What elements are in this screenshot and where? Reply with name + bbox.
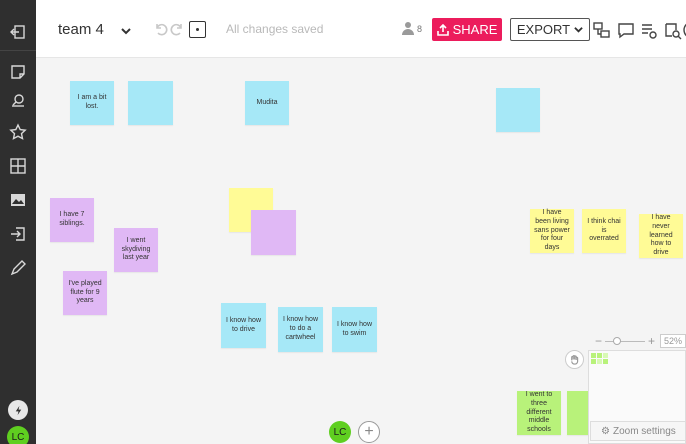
sticky-note[interactable]: I have 7 siblings. <box>50 198 94 242</box>
save-status: All changes saved <box>226 22 324 36</box>
sticky-note[interactable] <box>251 210 296 255</box>
gear-icon: ⚙ <box>601 425 610 437</box>
chevron-down-icon[interactable] <box>120 24 132 36</box>
filter-list-icon[interactable] <box>639 20 659 40</box>
comment-icon[interactable] <box>616 20 636 40</box>
share-icon <box>436 23 449 36</box>
avatar[interactable]: LC <box>7 426 29 444</box>
user-count: 8 <box>417 24 423 34</box>
zoom-settings-button[interactable]: ⚙ Zoom settings <box>590 421 686 441</box>
user-icon <box>402 22 414 36</box>
sticky-note[interactable]: I know how to do a cartwheel <box>278 307 323 352</box>
top-bar: team 4 All changes saved 8 SHARE EXPORT <box>36 0 686 58</box>
export-button[interactable]: EXPORT <box>510 18 590 41</box>
zoom-slider-handle[interactable] <box>613 337 621 345</box>
import-icon[interactable] <box>6 222 30 246</box>
collaborator-avatar[interactable]: LC <box>329 421 351 443</box>
sticky-note-icon[interactable] <box>6 60 30 84</box>
find-icon[interactable] <box>662 20 682 40</box>
search-icon[interactable] <box>6 89 30 113</box>
grid-icon[interactable] <box>6 154 30 178</box>
sticky-note[interactable]: I went to three different middle schools <box>517 391 561 435</box>
sticky-note[interactable] <box>128 81 173 125</box>
zoom-out-button[interactable]: − <box>595 334 602 348</box>
sticky-note[interactable] <box>496 88 540 132</box>
export-label: EXPORT <box>516 22 571 37</box>
sticky-note[interactable]: I am a bit lost. <box>70 81 114 125</box>
sticky-note[interactable]: I've played flute for 9 years <box>63 271 107 315</box>
online-users[interactable]: 8 <box>402 22 422 36</box>
activity-icon[interactable] <box>8 400 28 420</box>
add-collaborator-button[interactable]: + <box>358 421 380 443</box>
star-icon[interactable] <box>6 120 30 144</box>
zoom-percent[interactable]: 52% <box>660 334 686 348</box>
sticky-note[interactable]: I know how to drive <box>221 303 266 348</box>
sticky-note[interactable]: I have been living sans power for four d… <box>530 209 574 253</box>
sticky-note[interactable]: I think chai is overrated <box>582 209 626 253</box>
zoom-control: − + 52% <box>590 334 686 350</box>
share-network-icon[interactable] <box>592 20 612 40</box>
share-label: SHARE <box>452 22 498 37</box>
pen-icon[interactable] <box>6 256 30 280</box>
sticky-note[interactable]: I know how to swim <box>332 307 377 352</box>
help-icon[interactable] <box>682 20 686 40</box>
left-toolbar: LC <box>0 0 36 444</box>
sticky-note[interactable]: Mudita <box>245 81 289 125</box>
back-icon[interactable] <box>6 20 30 44</box>
undo-icon[interactable] <box>154 22 168 36</box>
hand-icon[interactable] <box>565 350 584 369</box>
toolbar-divider <box>0 50 36 51</box>
image-icon[interactable] <box>6 188 30 212</box>
zoom-settings-label: Zoom settings <box>612 425 676 437</box>
zoom-slider[interactable] <box>605 341 645 342</box>
redo-icon[interactable] <box>170 22 184 36</box>
sticky-note[interactable]: I have never learned how to drive <box>639 214 683 258</box>
board-title[interactable]: team 4 <box>58 21 104 38</box>
zoom-in-button[interactable]: + <box>648 334 655 348</box>
share-button[interactable]: SHARE <box>432 18 502 41</box>
sticky-note[interactable]: I went skydiving last year <box>114 228 158 272</box>
chevron-down-icon <box>574 27 583 33</box>
grid-toggle-button[interactable] <box>189 21 206 38</box>
